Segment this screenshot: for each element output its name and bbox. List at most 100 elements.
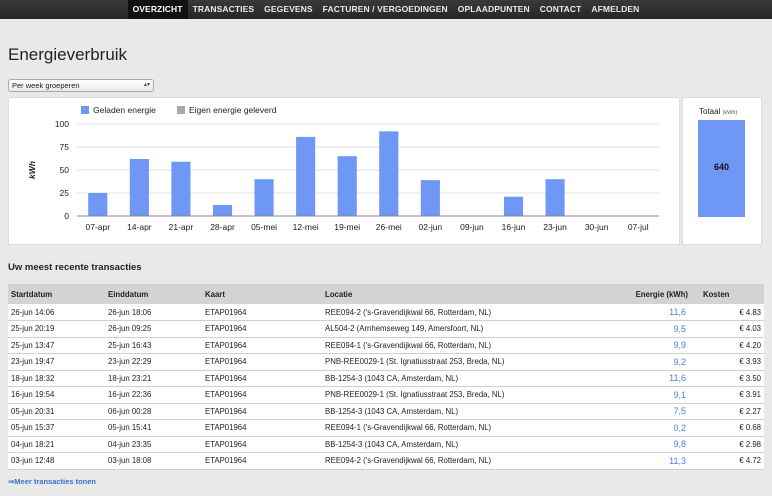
x-tick-label: 02-jun <box>419 222 443 232</box>
table-row: 04-jun 18:21 04-jun 23:35 ETAP01964 BB-1254… <box>8 436 764 453</box>
nav-item-overzicht[interactable]: OVERZICHT <box>127 0 188 19</box>
col-startdatum[interactable]: Startdatum <box>8 284 105 304</box>
x-tick-label: 07-apr <box>85 222 110 232</box>
col-kaart[interactable]: Kaart <box>202 284 322 304</box>
x-tick-label: 26-mei <box>376 222 402 232</box>
cell-energie[interactable]: 9,1 <box>620 386 700 404</box>
bar[interactable] <box>337 156 357 216</box>
cell-kaart: ETAP01964 <box>202 353 322 371</box>
transactions-table: Startdatum Einddatum Kaart Locatie Energ… <box>8 284 764 470</box>
nav-item-gegevens[interactable]: GEGEVENS <box>259 0 318 19</box>
cell-locatie: REE094-1 ('s-Gravendijkwal 66, Rotterdam… <box>322 337 620 354</box>
cell-einddatum: 26-jun 18:06 <box>105 304 202 321</box>
bar[interactable] <box>129 158 149 216</box>
total-bar: 640 <box>698 120 745 217</box>
table-row: 16-jun 19:54 16-jun 22:36 ETAP01964 PNB-REE… <box>8 386 764 404</box>
cell-einddatum: 06-jun 00:28 <box>105 403 202 420</box>
cell-kaart: ETAP01964 <box>202 403 322 420</box>
x-tick-label: 19-mei <box>334 222 360 232</box>
cell-startdatum: 26-jun 14:06 <box>8 304 105 321</box>
table-row: 23-jun 19:47 23-jun 22:29 ETAP01964 PNB-REE… <box>8 353 764 371</box>
bar[interactable] <box>379 131 399 216</box>
bar[interactable] <box>212 204 233 216</box>
x-tick-label: 05-mei <box>251 222 277 232</box>
cell-startdatum: 25-jun 13:47 <box>8 337 105 354</box>
cell-locatie: PNB-REE0029-1 (St. Ignatiusstraat 253, B… <box>322 353 620 371</box>
legend-swatch-0 <box>81 106 89 114</box>
bar[interactable] <box>503 196 524 216</box>
nav-item-transacties[interactable]: TRANSACTIES <box>188 0 260 19</box>
cell-kosten: € 2.98 <box>700 436 764 453</box>
nav-item-afmelden[interactable]: AFMELDEN <box>586 0 644 19</box>
y-tick-label: 50 <box>60 165 70 175</box>
y-axis-label: kWh <box>27 161 37 179</box>
x-tick-label: 28-apr <box>210 222 235 232</box>
cell-kosten: € 4.83 <box>700 304 764 321</box>
bar[interactable] <box>171 161 191 216</box>
cell-einddatum: 26-jun 09:25 <box>105 320 202 338</box>
cell-energie[interactable]: 11,6 <box>620 370 700 387</box>
x-tick-label: 14-apr <box>127 222 152 232</box>
col-locatie[interactable]: Locatie <box>322 284 620 304</box>
bar[interactable] <box>545 179 565 216</box>
total-panel: Totaal (kWh) 640 <box>682 97 762 245</box>
legend-label-0[interactable]: Geladen energie <box>93 105 156 115</box>
cell-kosten: € 3.91 <box>700 386 764 404</box>
energy-bar-chart: Geladen energie Eigen energie geleverd 02… <box>27 105 659 232</box>
nav-item-contact[interactable]: CONTACT <box>535 0 587 19</box>
x-tick-label: 23-jun <box>543 222 567 232</box>
more-transactions-link[interactable]: ⇒Meer transacties tonen <box>8 477 96 486</box>
cell-einddatum: 05-jun 15:41 <box>105 419 202 437</box>
cell-locatie: PNB-REE0029-1 (St. Ignatiusstraat 253, B… <box>322 386 620 404</box>
col-einddatum[interactable]: Einddatum <box>105 284 202 304</box>
cell-energie[interactable]: 9,8 <box>620 436 700 453</box>
page-title: Energieverbruik <box>8 45 128 64</box>
cell-kaart: ETAP01964 <box>202 436 322 453</box>
cell-energie[interactable]: 9,2 <box>620 353 700 371</box>
cell-energie[interactable]: 0,2 <box>620 419 700 437</box>
total-unit: (kWh) <box>722 110 738 116</box>
cell-energie[interactable]: 9,9 <box>620 337 700 354</box>
bar[interactable] <box>420 180 440 216</box>
nav-item-facturen[interactable]: FACTUREN / VERGOEDINGEN <box>318 0 453 19</box>
x-tick-label: 30-jun <box>585 222 609 232</box>
select-arrows-icon: ▴▾ <box>143 82 150 88</box>
table-header-row: Startdatum Einddatum Kaart Locatie Energ… <box>8 284 764 304</box>
cell-kaart: ETAP01964 <box>202 419 322 437</box>
cell-energie[interactable]: 11,6 <box>620 304 700 321</box>
table-row: 25-jun 20:19 26-jun 09:25 ETAP01964 AL504-2… <box>8 320 764 338</box>
energy-chart-panel: Geladen energie Eigen energie geleverd 02… <box>8 97 680 245</box>
top-navigation: OVERZICHT TRANSACTIES GEGEVENS FACTUREN … <box>0 0 772 19</box>
cell-kaart: ETAP01964 <box>202 304 322 321</box>
cell-kaart: ETAP01964 <box>202 386 322 404</box>
cell-startdatum: 16-jun 19:54 <box>8 386 105 404</box>
cell-einddatum: 16-jun 22:36 <box>105 386 202 404</box>
transactions-title: Uw meest recente transacties <box>8 262 142 273</box>
total-label: Totaal (kWh) <box>699 107 737 116</box>
bar[interactable] <box>254 179 274 216</box>
cell-kosten: € 0.68 <box>700 419 764 437</box>
cell-energie[interactable]: 11,3 <box>620 452 700 470</box>
cell-kosten: € 4.72 <box>700 452 764 470</box>
cell-locatie: REE094-1 ('s-Gravendijkwal 66, Rotterdam… <box>322 419 620 437</box>
cell-startdatum: 04-jun 18:21 <box>8 436 105 453</box>
cell-locatie: REE094-2 ('s-Gravendijkwal 66, Rotterdam… <box>322 452 620 470</box>
table-row: 05-jun 20:31 06-jun 00:28 ETAP01964 BB-1254… <box>8 403 764 420</box>
grouping-select-value: Per week groeperen <box>12 81 80 90</box>
col-kosten[interactable]: Kosten <box>700 284 764 304</box>
cell-startdatum: 18-jun 18:32 <box>8 370 105 387</box>
bar[interactable] <box>88 193 108 216</box>
cell-locatie: REE094-2 ('s-Gravendijkwal 66, Rotterdam… <box>322 304 620 321</box>
nav-item-oplaadpunten[interactable]: OPLAADPUNTEN <box>453 0 535 19</box>
x-tick-label: 09-jun <box>460 222 484 232</box>
cell-energie[interactable]: 9,5 <box>620 320 700 338</box>
bar[interactable] <box>296 136 316 216</box>
x-tick-label: 07-jul <box>628 222 649 232</box>
grouping-select[interactable]: Per week groeperen ▴▾ <box>8 79 154 92</box>
cell-locatie: BB-1254-3 (1043 CA, Amsterdam, NL) <box>322 436 620 453</box>
y-tick-label: 100 <box>55 119 69 129</box>
cell-energie[interactable]: 7,5 <box>620 403 700 420</box>
col-energie[interactable]: Energie (kWh) <box>620 284 700 304</box>
legend-label-1[interactable]: Eigen energie geleverd <box>189 105 277 115</box>
cell-einddatum: 04-jun 23:35 <box>105 436 202 453</box>
